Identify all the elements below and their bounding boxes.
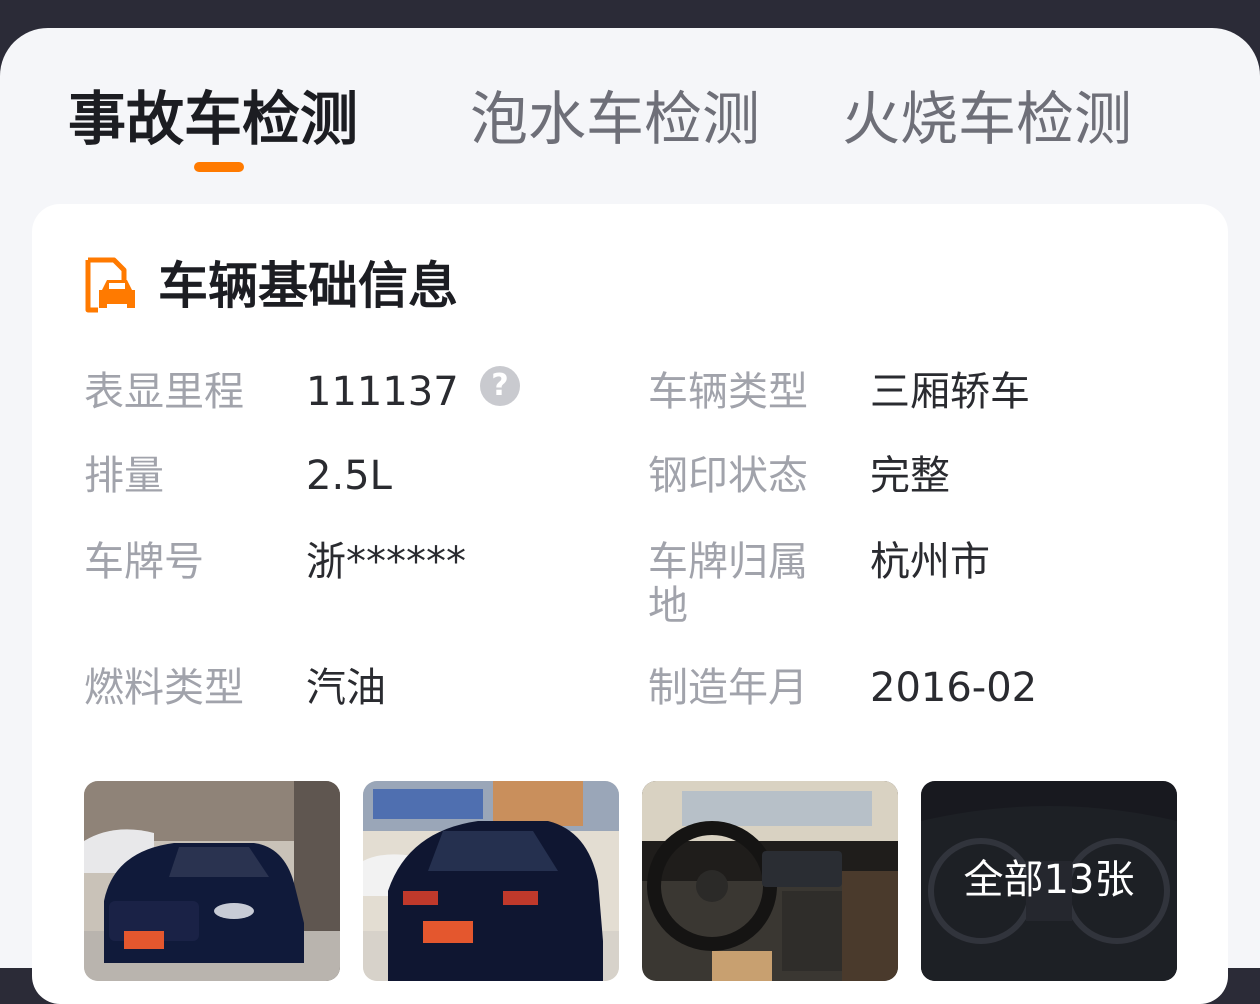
plate-value: 浙****** [306, 539, 466, 585]
fuel-label: 燃料类型 [84, 665, 244, 711]
active-tab-indicator [194, 162, 244, 172]
all-photos-label: 全部13张 [963, 857, 1135, 903]
plate-label: 车牌号 [84, 539, 204, 585]
detection-sheet: 事故车检测 泡水车检测 火烧车检测 车辆基础信息 表显里程 111137 ? 车… [0, 28, 1260, 1004]
vehicle-photo-front[interactable] [84, 781, 340, 981]
stamp-status-value: 完整 [870, 453, 950, 499]
all-photos-button[interactable]: 全部13张 [921, 781, 1177, 981]
displacement-label: 排量 [84, 453, 164, 499]
vehicle-document-icon [82, 256, 140, 314]
vehicle-photo-interior[interactable] [642, 781, 898, 981]
plate-region-value: 杭州市 [870, 539, 990, 585]
plate-region-label: 车牌归属地 [648, 539, 808, 629]
vehicle-info-card: 车辆基础信息 表显里程 111137 ? 车辆类型 三厢轿车 排量 2.5L 钢… [32, 204, 1228, 1004]
tab-accident-detection[interactable]: 事故车检测 [68, 84, 358, 154]
body-type-label: 车辆类型 [648, 369, 808, 415]
body-type-value: 三厢轿车 [870, 369, 1030, 415]
question-circle-icon[interactable]: ? [480, 366, 520, 406]
stamp-status-label: 钢印状态 [648, 453, 808, 499]
detection-tabs: 事故车检测 泡水车检测 火烧车检测 [0, 28, 1260, 208]
manufacture-date-label: 制造年月 [648, 665, 808, 711]
card-title: 车辆基础信息 [158, 257, 458, 315]
mileage-value: 111137 [306, 369, 459, 415]
fuel-value: 汽油 [306, 665, 386, 711]
vehicle-photo-rear[interactable] [363, 781, 619, 981]
displacement-value: 2.5L [306, 453, 392, 499]
mileage-label: 表显里程 [84, 369, 244, 415]
manufacture-date-value: 2016-02 [870, 665, 1038, 711]
tab-flood-detection[interactable]: 泡水车检测 [470, 84, 760, 154]
tab-fire-detection[interactable]: 火烧车检测 [842, 84, 1132, 154]
